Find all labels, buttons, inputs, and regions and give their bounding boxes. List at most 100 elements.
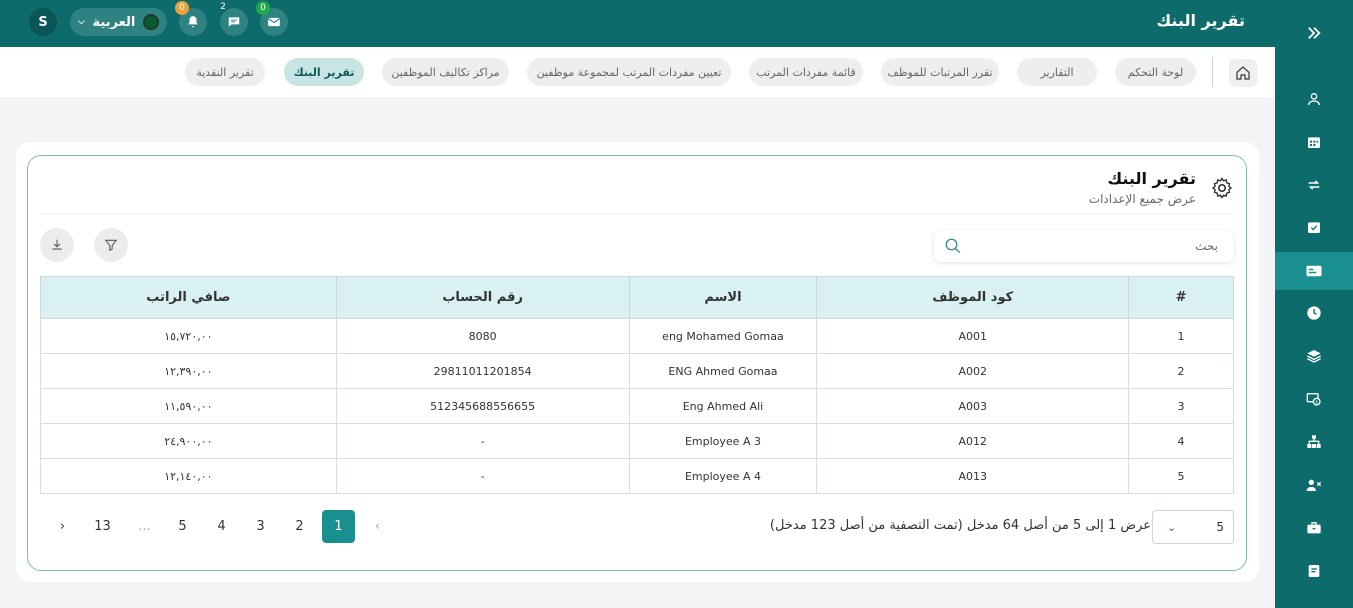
sidebar-item-payroll[interactable]: [1275, 252, 1353, 290]
sidebar-item-organization[interactable]: [1275, 423, 1353, 461]
cell-name: ENG Ahmed Gomaa: [628, 353, 818, 389]
filter-button[interactable]: [94, 228, 128, 262]
column-header-account-number[interactable]: رقم الحساب: [335, 276, 630, 319]
cell-employee-code: A013: [816, 458, 1130, 494]
table-row[interactable]: 5 A013 Employee A 4 - ١٢,١٤٠,٠٠: [40, 458, 1234, 494]
chat-badge: 2: [220, 2, 226, 12]
table-row[interactable]: 4 A012 Employee A 3 - ٢٤,٩٠٠,٠٠: [40, 423, 1234, 459]
id-card-icon: [1306, 265, 1322, 277]
search-icon[interactable]: [944, 237, 962, 255]
column-header-index[interactable]: #: [1128, 276, 1234, 319]
sidebar-item-calendar[interactable]: [1275, 123, 1353, 161]
page-5-button[interactable]: 5: [166, 510, 199, 543]
table-row[interactable]: 3 A003 Eng Ahmed Ali 512345688556655 ١١,…: [40, 388, 1234, 424]
download-icon: [52, 239, 62, 250]
cell-name: Eng Ahmed Ali: [628, 388, 818, 424]
cell-employee-code: A003: [816, 388, 1130, 424]
sidebar-item-attendance[interactable]: [1275, 208, 1353, 246]
cell-index: 2: [1128, 353, 1234, 389]
mail-icon: [267, 17, 281, 27]
cell-net-salary: ١٥,٧٢٠,٠٠: [40, 318, 337, 354]
breadcrumb-cash-report[interactable]: تقرير النقدية: [185, 58, 265, 86]
page-3-button[interactable]: 3: [244, 510, 277, 543]
org-chart-icon: [1307, 435, 1321, 448]
cell-employee-code: A001: [816, 318, 1130, 354]
briefcase-icon: [1307, 522, 1321, 534]
table-header-row: # كود الموظف الاسم رقم الحساب صافي الرات…: [40, 276, 1234, 319]
breadcrumb: لوحة التحكم التقارير تقرر المرتبات للموظ…: [0, 47, 1275, 97]
language-switcher[interactable]: ⌵ العربية: [70, 8, 167, 36]
cell-net-salary: ٢٤,٩٠٠,٠٠: [40, 423, 337, 459]
double-chevron-right-icon: [1308, 27, 1321, 39]
sidebar-item-time[interactable]: [1275, 294, 1353, 332]
sidebar-item-layers[interactable]: [1275, 337, 1353, 375]
breadcrumb-bank-report[interactable]: تقرير البنك: [284, 58, 364, 86]
breadcrumb-cost-centers[interactable]: مراكز تكاليف الموظفين: [382, 58, 509, 86]
home-icon: [1236, 66, 1250, 80]
breadcrumb-assign-salary-items[interactable]: تعيين مفردات المرتب لمجموعة موظفين: [527, 58, 731, 86]
prev-page-button[interactable]: ‹: [361, 510, 394, 543]
pagination-ellipsis: ...: [138, 519, 151, 534]
breadcrumb-dashboard[interactable]: لوحة التحكم: [1115, 58, 1196, 86]
calendar-check-icon: [1308, 222, 1320, 233]
column-header-employee-code[interactable]: كود الموظف: [816, 276, 1130, 319]
breadcrumb-divider: [1212, 57, 1213, 87]
bell-icon: [188, 16, 198, 28]
bank-report-table: # كود الموظف الاسم رقم الحساب صافي الرات…: [40, 276, 1234, 494]
calendar-icon: [1308, 137, 1320, 148]
search-box: [934, 230, 1234, 262]
mail-button[interactable]: 0: [256, 1, 288, 36]
user-avatar[interactable]: S: [29, 8, 57, 36]
download-button[interactable]: [40, 228, 74, 262]
repeat-icon: [1308, 180, 1320, 190]
column-header-net-salary[interactable]: صافي الراتب: [40, 276, 337, 319]
table-row[interactable]: 1 A001 eng Mohamed Gomaa 8080 ١٥,٧٢٠,٠٠: [40, 318, 1234, 354]
cell-name: eng Mohamed Gomaa: [628, 318, 818, 354]
column-header-name[interactable]: الاسم: [628, 276, 818, 319]
chat-icon: [228, 17, 240, 27]
cell-account-number: -: [335, 458, 630, 494]
cell-index: 1: [1128, 318, 1234, 354]
home-button[interactable]: [1229, 59, 1257, 87]
search-input[interactable]: [934, 230, 1234, 262]
report-card: تقرير البنك عرض جميع الإعدادات # كود الم…: [27, 155, 1247, 571]
sidebar-item-terminations[interactable]: [1275, 466, 1353, 504]
filter-icon: [104, 239, 118, 252]
chat-button[interactable]: 2: [220, 2, 248, 36]
table-row[interactable]: 2 A002 ENG Ahmed Gomaa 29811011201854 ١٢…: [40, 353, 1234, 389]
sidebar: $: [1275, 0, 1353, 608]
card-title: تقرير البنك: [1107, 169, 1196, 188]
sidebar-item-finance[interactable]: $: [1275, 380, 1353, 418]
sidebar-item-profile[interactable]: [1275, 80, 1353, 118]
cell-net-salary: ١٢,٣٩٠,٠٠: [40, 353, 337, 389]
page-size-value: 5: [1216, 520, 1224, 534]
next-page-button[interactable]: ›: [46, 510, 79, 543]
cell-index: 3: [1128, 388, 1234, 424]
document-icon: [1308, 565, 1320, 577]
page-13-button[interactable]: 13: [86, 510, 119, 543]
cell-net-salary: ١٢,١٤٠,٠٠: [40, 458, 337, 494]
breadcrumb-reports[interactable]: التقارير: [1017, 58, 1097, 86]
breadcrumb-salary-items[interactable]: قائمة مفردات المرتب: [749, 58, 863, 86]
svg-text:$: $: [1315, 400, 1318, 406]
notifications-button[interactable]: 0: [175, 1, 207, 36]
sidebar-item-transfers[interactable]: [1275, 166, 1353, 204]
breadcrumb-employee-salaries[interactable]: تقرر المرتبات للموظف: [881, 58, 999, 86]
mail-badge: 0: [256, 1, 270, 15]
sidebar-item-documents[interactable]: [1275, 552, 1353, 590]
user-remove-icon: [1306, 479, 1322, 491]
page-1-button[interactable]: 1: [322, 510, 355, 543]
sidebar-collapse-button[interactable]: [1275, 14, 1353, 52]
sidebar-item-jobs[interactable]: [1275, 509, 1353, 547]
notifications-badge: 0: [175, 1, 189, 15]
cell-account-number: 29811011201854: [335, 353, 630, 389]
page-2-button[interactable]: 2: [283, 510, 316, 543]
user-icon: [1308, 93, 1320, 106]
page-size-select[interactable]: ⌄ 5: [1152, 510, 1234, 544]
pagination-info: عرض 1 إلى 5 من أصل 64 مدخل (تمت التصفية …: [769, 518, 1151, 533]
gear-icon[interactable]: [1210, 176, 1234, 200]
card-divider: [40, 213, 1234, 214]
page-4-button[interactable]: 4: [205, 510, 238, 543]
layers-icon: [1307, 350, 1321, 363]
cell-employee-code: A002: [816, 353, 1130, 389]
